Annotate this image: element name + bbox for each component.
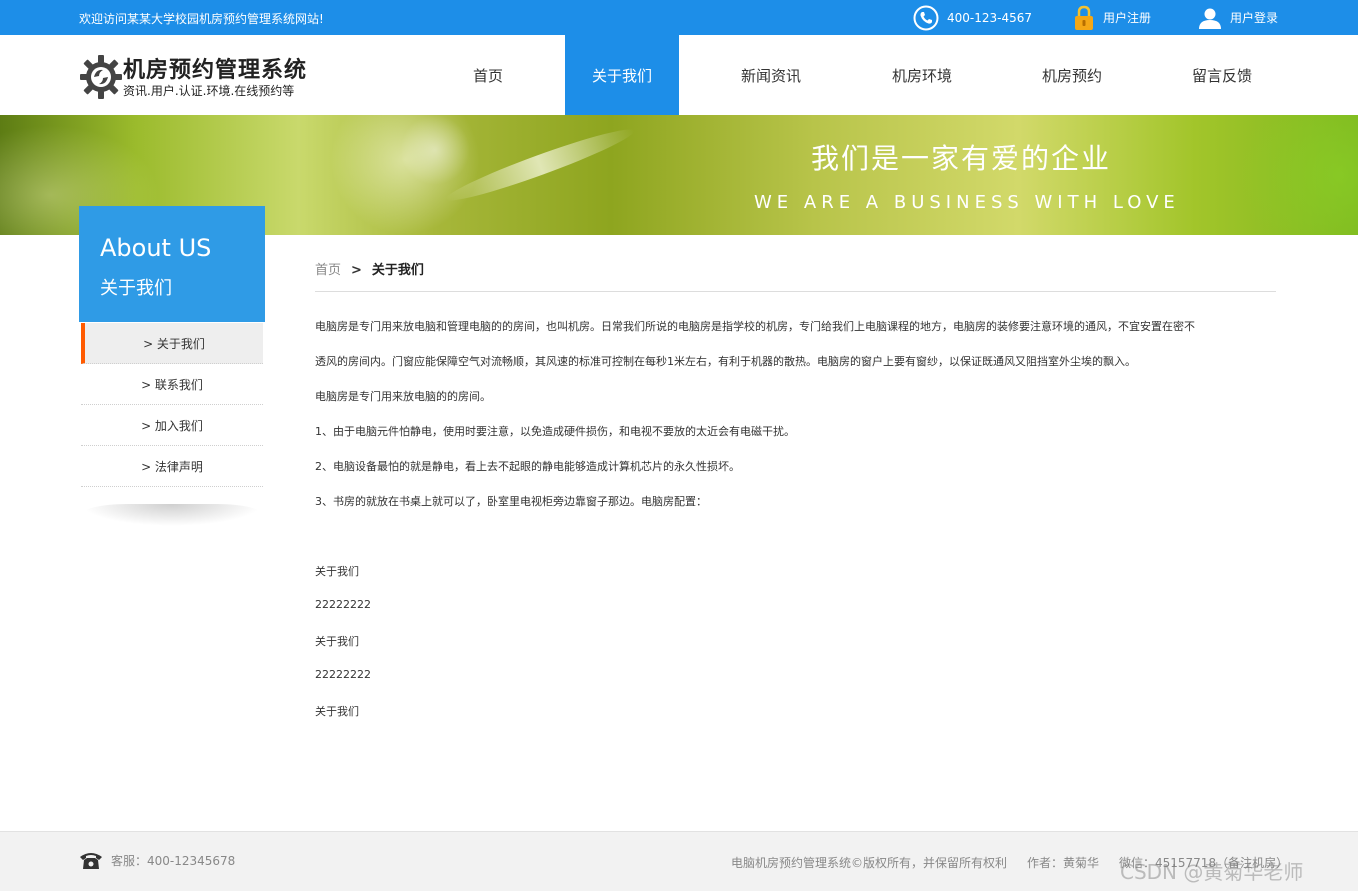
nav-news[interactable]: 新闻资讯 <box>696 35 846 115</box>
phone-contact: 400-123-4567 <box>913 4 1032 31</box>
content-paragraph: 关于我们 <box>315 565 359 578</box>
content-paragraph: 22222222 <box>315 598 371 611</box>
nav-about[interactable]: 关于我们 <box>565 35 679 115</box>
welcome-text: 欢迎访问某某大学校园机房预约管理系统网站! <box>79 12 324 26</box>
content-paragraph: 1、由于电脑元件怕静电，使用时要注意，以免造成硬件损伤，和电视不要放的太近会有电… <box>315 425 795 438</box>
breadcrumb: 首页 > 关于我们 <box>315 259 424 278</box>
top-bar: 欢迎访问某某大学校园机房预约管理系统网站! 400-123-4567 用户注册 … <box>0 0 1358 35</box>
register-label: 用户注册 <box>1103 11 1152 25</box>
breadcrumb-separator: > <box>351 263 362 278</box>
telephone-icon <box>80 853 102 869</box>
header: 机房预约管理系统 资讯.用户.认证.环境.在线预约等 首页 关于我们 新闻资讯 … <box>0 35 1358 115</box>
phone-icon <box>913 5 939 30</box>
content-paragraph: 3、书房的就放在书桌上就可以了，卧室里电视柜旁边靠窗子那边。电脑房配置： <box>315 495 707 508</box>
sidebar-item-contact[interactable]: > 联系我们 <box>81 364 263 405</box>
nav-environment[interactable]: 机房环境 <box>847 35 997 115</box>
breadcrumb-current: 关于我们 <box>371 263 424 278</box>
sidebar-item-legal[interactable]: > 法律声明 <box>81 446 263 487</box>
phone-number: 400-123-4567 <box>947 10 1033 25</box>
nav-reservation[interactable]: 机房预约 <box>997 35 1147 115</box>
copyright: 电脑机房预约管理系统©版权所有，并保留所有权利 <box>731 856 1008 870</box>
lock-icon <box>1075 5 1093 30</box>
register-link[interactable]: 用户注册 <box>1073 4 1151 31</box>
site-title: 机房预约管理系统 <box>123 58 308 83</box>
content-paragraph: 关于我们 <box>315 635 359 648</box>
logo[interactable]: 机房预约管理系统 资讯.用户.认证.环境.在线预约等 <box>79 52 339 102</box>
content-paragraph: 透风的房间内。门窗应能保障空气对流畅顺，其风速的标准可控制在每秒1米左右，有利于… <box>315 355 1136 368</box>
sidebar-item-about[interactable]: > 关于我们 <box>81 323 263 364</box>
site-subtitle: 资讯.用户.认证.环境.在线预约等 <box>123 84 295 98</box>
content-paragraph: 22222222 <box>315 668 371 681</box>
breadcrumb-home[interactable]: 首页 <box>315 263 341 278</box>
content-paragraph: 电脑房是专门用来放电脑的的房间。 <box>315 390 491 403</box>
login-label: 用户登录 <box>1230 11 1279 25</box>
login-link[interactable]: 用户登录 <box>1198 4 1278 31</box>
gear-icon <box>80 55 122 99</box>
watermark: CSDN @黄菊华老师 <box>1120 860 1304 884</box>
sidebar-item-join[interactable]: > 加入我们 <box>81 405 263 446</box>
banner-light <box>400 115 470 185</box>
content-paragraph: 2、电脑设备最怕的就是静电，看上去不起眼的静电能够造成计算机芯片的永久性损坏。 <box>315 460 740 473</box>
author: 作者：黄菊华 <box>1027 856 1100 870</box>
sidebar-shadow <box>81 504 263 526</box>
user-icon <box>1199 8 1221 29</box>
nav-feedback[interactable]: 留言反馈 <box>1147 35 1297 115</box>
divider <box>315 291 1276 292</box>
sidebar-title-en: About US <box>100 234 212 262</box>
customer-service: 客服：400-12345678 <box>79 850 235 870</box>
service-phone: 客服：400-12345678 <box>111 853 236 868</box>
banner-subtitle: WE ARE A BUSINESS WITH LOVE <box>754 192 1180 213</box>
content-paragraph: 关于我们 <box>315 705 359 718</box>
banner-light <box>1240 115 1358 235</box>
sidebar-header: About US 关于我们 <box>79 206 265 322</box>
nav-home[interactable]: 首页 <box>413 35 563 115</box>
sidebar-menu: > 关于我们 > 联系我们 > 加入我们 > 法律声明 <box>81 323 263 487</box>
banner-title: 我们是一家有爱的企业 <box>811 142 1112 175</box>
sidebar-title-cn: 关于我们 <box>100 278 172 299</box>
content-paragraph: 电脑房是专门用来放电脑和管理电脑的的房间，也叫机房。日常我们所说的电脑房是指学校… <box>315 320 1195 333</box>
